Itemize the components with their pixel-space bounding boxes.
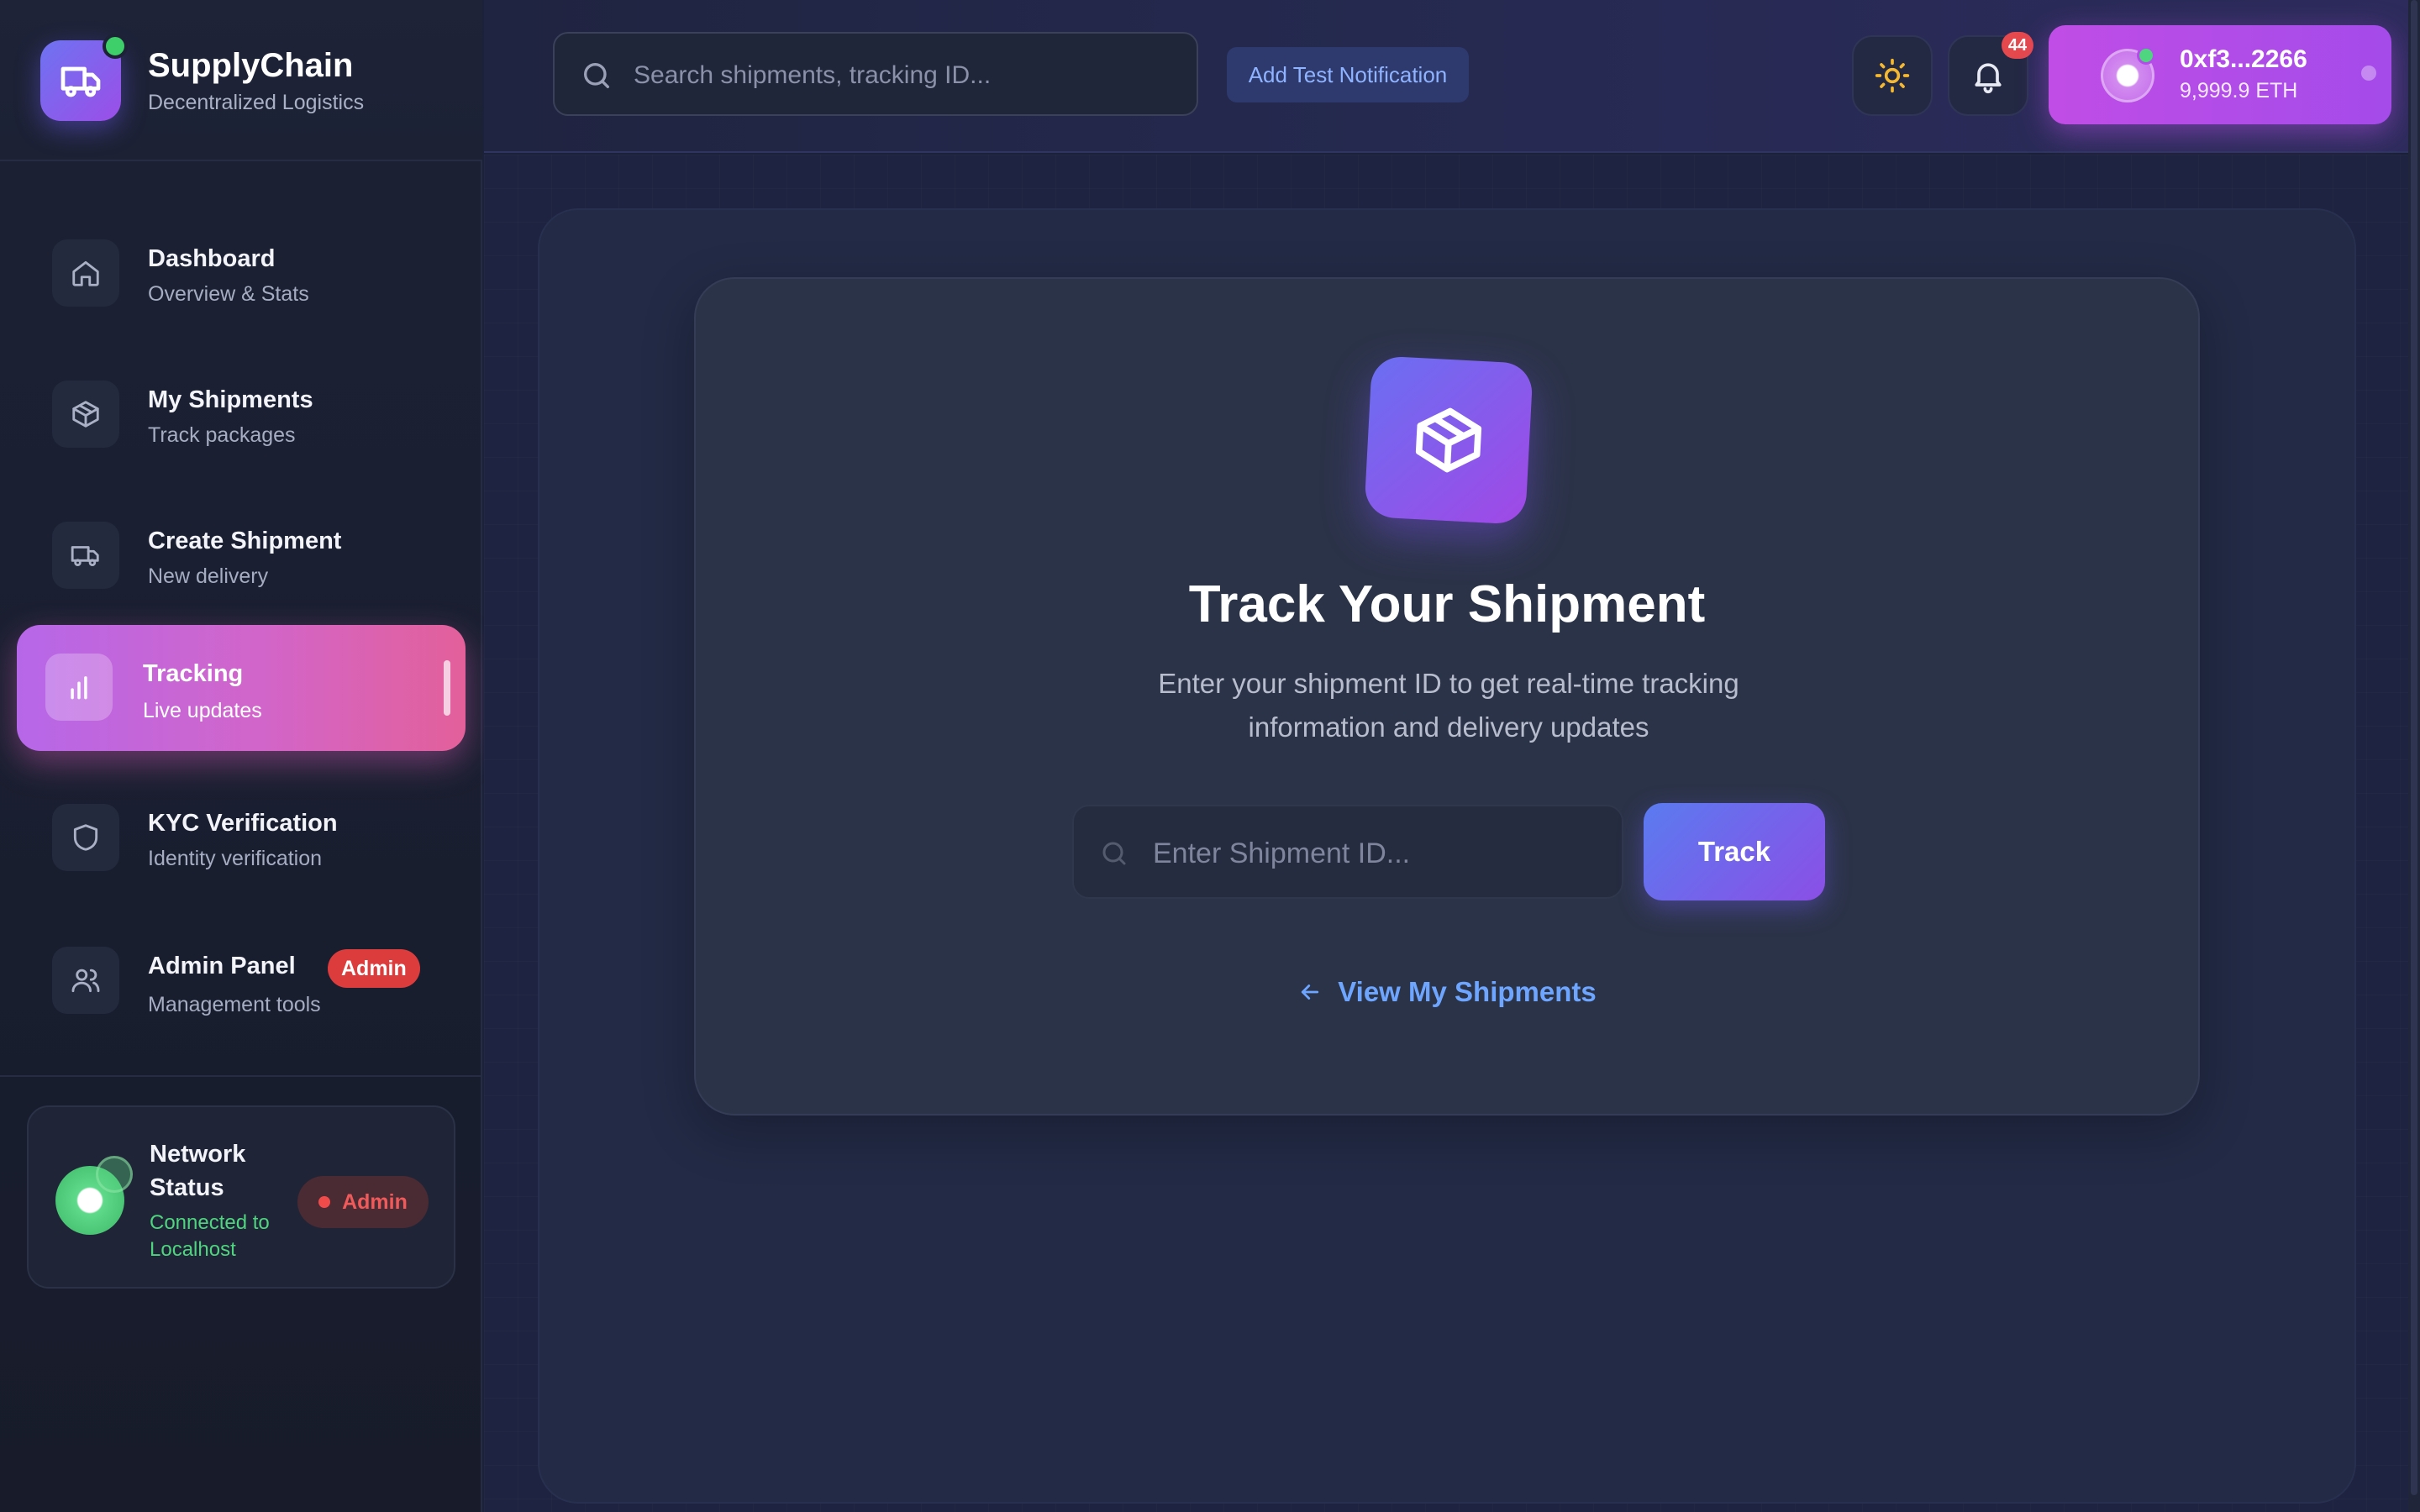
page-title: Track Your Shipment <box>1188 575 1706 633</box>
sidebar-item-title: Create Shipment <box>148 528 342 554</box>
track-shipment-card: Track Your Shipment Enter your shipment … <box>694 277 2200 1116</box>
sun-icon <box>1875 58 1910 93</box>
notification-count-badge: 44 <box>2002 32 2033 59</box>
sidebar-item-subtitle: Track packages <box>148 423 296 447</box>
track-button[interactable]: Track <box>1644 803 1825 900</box>
page-scrollbar[interactable] <box>2408 0 2420 1512</box>
network-status-card: Network Status Connected to Localhost Ad… <box>27 1105 455 1289</box>
network-connection-text: Connected to Localhost <box>150 1211 270 1261</box>
brand-subtitle: Decentralized Logistics <box>148 91 365 114</box>
wallet-balance: 9,999.9 ETH <box>2180 79 2298 102</box>
shipment-id-field <box>1072 805 1623 899</box>
sidebar-item-title: My Shipments <box>148 386 313 413</box>
wallet-connected-dot <box>2137 46 2155 65</box>
sidebar-item-subtitle: Overview & Stats <box>148 282 309 306</box>
admin-badge: Admin <box>328 949 420 988</box>
global-search <box>553 32 1198 116</box>
sidebar-item-kyc-verification[interactable]: KYC Verification Identity verification <box>17 766 466 892</box>
truck-icon <box>52 522 119 589</box>
status-dot-icon <box>318 1196 331 1208</box>
search-input[interactable] <box>634 52 1171 99</box>
search-icon <box>584 63 609 89</box>
view-my-shipments-label: View My Shipments <box>1338 976 1597 1007</box>
online-indicator-dot <box>103 34 128 59</box>
wallet-avatar <box>2101 46 2155 102</box>
sidebar-item-subtitle: Management tools <box>148 993 321 1016</box>
sidebar-item-subtitle: New delivery <box>148 564 269 588</box>
shipment-id-input[interactable] <box>1153 830 1598 877</box>
sidebar-item-title: Dashboard <box>148 245 276 272</box>
sidebar-item-admin-panel[interactable]: Admin Panel Admin Management tools <box>17 909 466 1035</box>
network-status-title: Network Status <box>150 1141 246 1201</box>
active-indicator <box>444 660 450 716</box>
sidebar-item-dashboard[interactable]: Dashboard Overview & Stats <box>17 202 466 328</box>
sidebar-item-subtitle: Live updates <box>143 699 262 722</box>
brand-header: SupplyChain Decentralized Logistics <box>0 0 482 161</box>
shield-icon <box>52 804 119 871</box>
sidebar: SupplyChain Decentralized Logistics Dash… <box>0 0 482 1512</box>
scrollbar-thumb[interactable] <box>2411 0 2417 1495</box>
sidebar-divider <box>0 1075 482 1077</box>
wallet-address: 0xf3...2266 <box>2180 45 2307 73</box>
sidebar-item-subtitle: Identity verification <box>148 847 323 870</box>
network-pulse-ring <box>96 1156 133 1193</box>
network-role-label: Admin <box>342 1189 408 1214</box>
brand-logo[interactable] <box>40 34 128 121</box>
truck-logo-icon <box>60 66 101 97</box>
notifications-button[interactable]: 44 <box>1948 32 2033 116</box>
network-status-indicator <box>55 1156 133 1235</box>
sidebar-item-my-shipments[interactable]: My Shipments Track packages <box>17 343 466 469</box>
sidebar-item-title: Tracking <box>143 660 244 687</box>
app-root: SupplyChain Decentralized Logistics Dash… <box>0 0 2420 1512</box>
search-icon <box>1102 842 1126 865</box>
theme-toggle-button[interactable] <box>1852 35 1933 116</box>
wallet-button[interactable]: 0xf3...2266 9,999.9 ETH <box>2049 25 2391 124</box>
sidebar-item-tracking[interactable]: Tracking Live updates <box>17 625 466 751</box>
sidebar-item-title: Admin Panel <box>148 953 296 979</box>
box-icon <box>52 381 119 448</box>
sidebar-item-title: KYC Verification <box>148 810 338 837</box>
users-icon <box>52 947 119 1014</box>
add-test-notification-button[interactable]: Add Test Notification <box>1227 47 1469 102</box>
home-icon <box>52 239 119 307</box>
bell-icon <box>1975 63 2002 94</box>
wallet-menu-indicator-icon <box>2361 66 2376 81</box>
network-role-badge: Admin <box>297 1176 429 1228</box>
arrow-left-icon <box>1302 984 1319 1000</box>
sidebar-item-create-shipment[interactable]: Create Shipment New delivery <box>17 484 466 610</box>
package-hero-icon <box>1364 355 1534 525</box>
package-icon <box>1415 407 1482 473</box>
brand-title: SupplyChain <box>148 47 354 84</box>
page-description: Enter your shipment ID to get real-time … <box>1158 668 1739 743</box>
bar-chart-icon <box>45 654 113 721</box>
view-my-shipments-link[interactable]: View My Shipments <box>696 976 2198 1008</box>
top-bar: Add Test Notification 44 0xf3...2266 9,9… <box>484 0 2408 153</box>
